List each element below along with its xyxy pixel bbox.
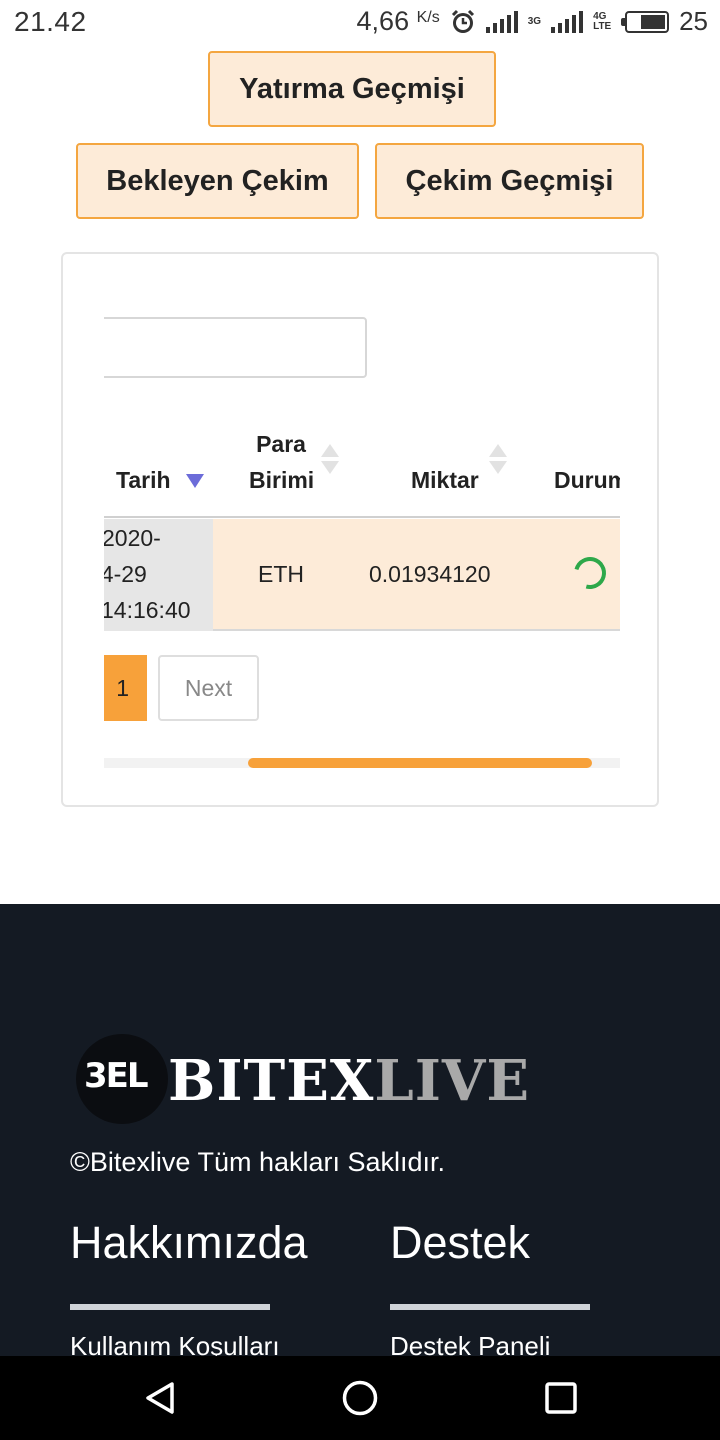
column-header-amount[interactable]: Miktar [411, 462, 479, 498]
table-scroll-area[interactable]: Tarih Para Birimi Miktar Durum 2020- 04-… [104, 254, 620, 807]
footer-divider-about [70, 1304, 270, 1310]
footer-heading-about: Hakkımızda [70, 1217, 308, 1268]
recent-apps-icon[interactable] [543, 1380, 579, 1416]
pending-withdrawal-button[interactable]: Bekleyen Çekim [76, 143, 359, 219]
date-cell: 2020- 04-29 14:16:40 [104, 519, 213, 631]
navigation-bar [0, 1356, 720, 1440]
logo-wordmark: BITEXLIVE [168, 1048, 530, 1114]
battery-icon [621, 10, 670, 33]
logo-word-1: BITEX [168, 1048, 375, 1114]
currency-cell: ETH [258, 561, 304, 587]
column-header-date[interactable]: Tarih [116, 462, 171, 498]
date-line-3: 14:16:40 [104, 597, 191, 623]
column-header-currency-line1: Para [256, 431, 306, 457]
withdrawal-history-button[interactable]: Çekim Geçmişi [375, 143, 644, 219]
footer-heading-support: Destek [390, 1217, 531, 1268]
network-speed-value: 4,66 [356, 6, 410, 36]
network-type-3g: 3G [527, 15, 542, 27]
footer-link-terms[interactable]: Kullanım Koşulları [70, 1331, 280, 1356]
date-line-2: 04-29 [104, 561, 147, 587]
search-input[interactable] [104, 317, 367, 378]
network-speed-unit: K/s [416, 9, 440, 26]
sort-icon-currency[interactable] [321, 444, 339, 476]
alarm-icon [451, 9, 474, 33]
network-speed: 4,66 K/s [357, 6, 440, 37]
logo-word-2: LIVE [374, 1048, 531, 1114]
column-header-currency[interactable]: Para Birimi [249, 426, 315, 498]
battery-level: 25 [679, 6, 708, 36]
horizontal-scrollbar[interactable] [104, 758, 620, 768]
footer-divider-support [390, 1304, 590, 1310]
status-bar: 21.42 4,66 K/s 3G 4G LTE 25 [0, 0, 720, 46]
site-footer: 3EL BITEXLIVE ©Bitexlive Tüm hakları Sak… [0, 904, 720, 1356]
page-1-button[interactable]: 1 [104, 655, 147, 721]
status-icons: 4,66 K/s 3G 4G LTE 25 [357, 6, 708, 37]
logo-emblem-text: 3EL [84, 1056, 149, 1096]
loading-spinner-icon [568, 551, 612, 595]
amount-cell: 0.01934120 [369, 561, 491, 587]
home-icon[interactable] [342, 1380, 378, 1416]
sort-descending-icon[interactable] [186, 474, 204, 488]
date-line-1: 2020- [104, 525, 161, 551]
column-header-status[interactable]: Durum [554, 462, 620, 498]
footer-link-support-panel[interactable]: Destek Paneli [390, 1331, 550, 1356]
deposit-history-button[interactable]: Yatırma Geçmişi [208, 51, 496, 127]
history-card: Tarih Para Birimi Miktar Durum 2020- 04-… [61, 252, 659, 807]
network-type-4g: 4G LTE [593, 10, 612, 32]
signal-icon-2 [551, 10, 584, 33]
logo-emblem: 3EL [76, 1034, 168, 1124]
table-row: 2020- 04-29 14:16:40 ETH 0.01934120 [104, 519, 620, 631]
table-header: Tarih Para Birimi Miktar Durum [104, 414, 620, 518]
bitexlive-logo[interactable]: 3EL BITEXLIVE [76, 1034, 529, 1124]
clock: 21.42 [14, 6, 87, 37]
signal-icon-1 [485, 10, 518, 33]
column-header-currency-line2: Birimi [249, 467, 315, 493]
back-icon[interactable] [142, 1380, 178, 1416]
copyright-text: ©Bitexlive Tüm hakları Saklıdır. [70, 1147, 446, 1177]
sort-icon-amount[interactable] [489, 444, 507, 476]
scrollbar-thumb[interactable] [248, 758, 592, 768]
next-page-button[interactable]: Next [158, 655, 259, 721]
